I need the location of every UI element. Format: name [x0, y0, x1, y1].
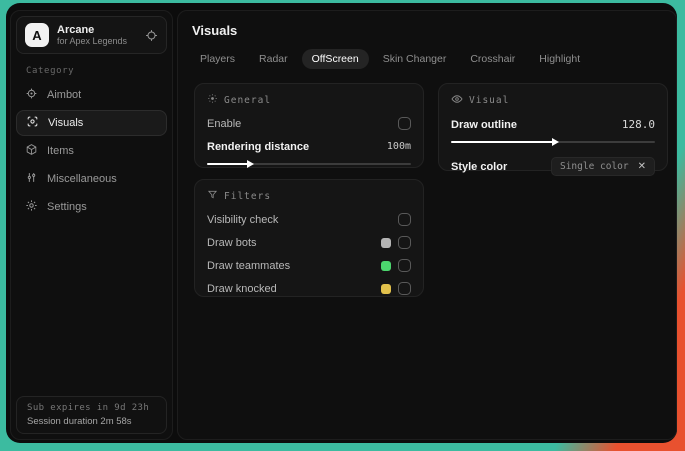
crosshair-icon [25, 87, 38, 103]
slider-fill [207, 163, 252, 165]
enable-checkbox[interactable] [398, 117, 411, 130]
tab-bar: Players Radar OffScreen Skin Changer Cro… [190, 49, 590, 69]
app-logo: A [25, 23, 49, 47]
style-color-select[interactable]: Single color ✕ [550, 157, 655, 176]
visual-panel: Visual Draw outline 128.0 Style color Si… [438, 83, 668, 176]
page-title: Visuals [192, 23, 238, 38]
target-icon[interactable] [145, 29, 158, 42]
sidebar-item-label: Settings [47, 201, 87, 213]
tab-highlight[interactable]: Highlight [529, 49, 590, 69]
session-duration-text: Session duration 2m 58s [27, 416, 132, 427]
panel-title: Filters [224, 190, 272, 202]
rendering-distance-label: Rendering distance [207, 140, 310, 153]
tab-players[interactable]: Players [190, 49, 245, 69]
style-color-label: Style color [451, 160, 508, 173]
rendering-distance-slider[interactable] [207, 159, 411, 169]
tab-crosshair[interactable]: Crosshair [460, 49, 525, 69]
draw-bots-checkbox[interactable] [398, 236, 411, 249]
main-content: Visuals Players Radar OffScreen Skin Cha… [177, 10, 677, 440]
rendering-distance-value: 100m [386, 141, 411, 152]
tab-offscreen[interactable]: OffScreen [301, 49, 369, 69]
tab-radar[interactable]: Radar [249, 49, 298, 69]
panel-title: General [224, 94, 272, 106]
visibility-check-checkbox[interactable] [398, 213, 411, 226]
draw-bots-label: Draw bots [207, 236, 257, 249]
app-window: A Arcane for Apex Legends Category Aimbo… [6, 3, 677, 443]
sidebar-item-settings[interactable]: Settings [16, 194, 167, 220]
visibility-check-label: Visibility check [207, 213, 279, 226]
app-subtitle: for Apex Legends [57, 36, 128, 47]
draw-outline-label: Draw outline [451, 118, 518, 131]
tab-skin-changer[interactable]: Skin Changer [373, 49, 457, 69]
funnel-icon [207, 189, 218, 203]
style-color-value: Single color [559, 161, 629, 172]
sidebar-item-visuals[interactable]: Visuals [16, 110, 167, 136]
sidebar-item-miscellaneous[interactable]: Miscellaneous [16, 166, 167, 192]
subscription-info: Sub expires in 9d 23h Session duration 2… [16, 396, 167, 434]
enable-label: Enable [207, 117, 242, 130]
draw-outline-value: 128.0 [621, 118, 655, 131]
desktop-backdrop: A Arcane for Apex Legends Category Aimbo… [0, 0, 685, 451]
draw-teammates-checkbox[interactable] [398, 259, 411, 272]
draw-teammates-color-swatch[interactable] [381, 260, 391, 271]
style-color-row: Style color Single color ✕ [451, 157, 655, 176]
sidebar-item-label: Visuals [48, 117, 84, 129]
category-label: Category [26, 66, 75, 76]
sidebar-item-items[interactable]: Items [16, 138, 167, 164]
sliders-icon [25, 171, 38, 187]
rendering-distance-row: Rendering distance 100m [207, 140, 411, 153]
draw-knocked-label: Draw knocked [207, 282, 277, 295]
draw-bots-row: Draw bots [207, 236, 411, 249]
draw-outline-slider[interactable] [451, 137, 655, 147]
draw-teammates-label: Draw teammates [207, 259, 291, 272]
general-panel: General Enable Rendering distance 100m [194, 83, 424, 168]
draw-teammates-row: Draw teammates [207, 259, 411, 272]
draw-knocked-row: Draw knocked [207, 282, 411, 295]
clear-icon[interactable]: ✕ [638, 161, 646, 172]
sidebar-item-label: Items [47, 145, 74, 157]
visibility-check-row: Visibility check [207, 213, 411, 226]
sidebar-item-aimbot[interactable]: Aimbot [16, 82, 167, 108]
filters-panel: Filters Visibility check Draw bots Draw … [194, 179, 424, 297]
package-icon [25, 143, 38, 159]
draw-knocked-color-swatch[interactable] [381, 283, 391, 294]
sidebar-item-label: Miscellaneous [47, 173, 117, 185]
sidebar-item-label: Aimbot [47, 89, 82, 101]
app-header: A Arcane for Apex Legends [16, 16, 167, 54]
eye-icon [451, 93, 463, 108]
scan-eye-icon [26, 115, 39, 131]
enable-row: Enable [207, 117, 411, 130]
draw-outline-row: Draw outline 128.0 [451, 118, 655, 131]
draw-bots-color-swatch[interactable] [381, 237, 391, 248]
slider-fill [451, 141, 558, 143]
panel-title: Visual [469, 95, 510, 106]
gear-icon [25, 199, 38, 215]
sun-icon [207, 93, 218, 107]
sub-expiry-text: Sub expires in 9d 23h [27, 403, 150, 413]
draw-knocked-checkbox[interactable] [398, 282, 411, 295]
sidebar: A Arcane for Apex Legends Category Aimbo… [10, 10, 173, 440]
app-name: Arcane [57, 23, 95, 36]
